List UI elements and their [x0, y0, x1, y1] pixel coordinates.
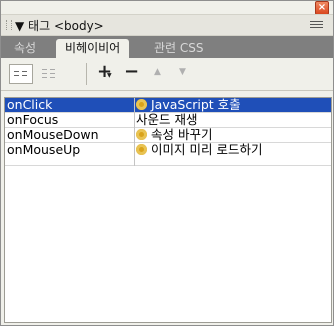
gear-icon [136, 99, 147, 110]
tab-label: 비헤이비어 [65, 41, 121, 55]
arrow-up-icon: ▲ [154, 67, 161, 77]
table-row[interactable]: onMouseDown 속성 바꾸기 [5, 128, 331, 142]
action-cell: 속성 바꾸기 [136, 128, 329, 142]
close-button[interactable]: × [315, 1, 329, 15]
event-cell: onFocus [7, 112, 59, 127]
behavior-toolbar: + ▼ − ▲ ▼ [1, 58, 333, 91]
row-divider [5, 165, 331, 166]
window-titlebar: × [1, 1, 333, 15]
drag-grip-icon[interactable] [6, 20, 12, 30]
move-down-button[interactable]: ▼ [174, 64, 196, 82]
table-row[interactable]: onMouseUp 이미지 미리 로드하기 [5, 143, 331, 157]
close-icon: × [317, 2, 327, 13]
action-label: 이미지 미리 로드하기 [151, 142, 263, 157]
behaviors-panel-window: × ▼ 태그 <body> 속성 비헤이비어 관련 CSS + ▼ − ▲ ▼ … [0, 0, 334, 326]
column-divider [134, 98, 135, 166]
behaviors-table: onClick JavaScript 호출 onFocus 사운드 재생 onM… [4, 97, 332, 323]
remove-behavior-button[interactable]: − [119, 61, 141, 82]
dropdown-arrow-icon: ▼ [107, 72, 112, 79]
toolbar-separator [86, 63, 87, 85]
action-cell: 이미지 미리 로드하기 [136, 143, 329, 157]
tab-attributes[interactable]: 속성 [5, 39, 45, 58]
add-behavior-button[interactable]: + ▼ [93, 61, 115, 82]
action-cell: 사운드 재생 [136, 113, 329, 127]
event-cell: onMouseDown [7, 127, 99, 142]
action-cell: JavaScript 호출 [136, 98, 329, 112]
minus-icon: − [124, 61, 140, 82]
tab-related-css[interactable]: 관련 CSS [145, 39, 213, 58]
gear-icon [136, 144, 147, 155]
table-row[interactable]: onClick JavaScript 호출 [5, 98, 331, 112]
tab-label: 속성 [14, 41, 37, 55]
action-label: 사운드 재생 [136, 112, 198, 127]
move-up-button[interactable]: ▲ [149, 64, 171, 82]
show-set-events-button[interactable] [9, 64, 33, 84]
gear-icon [136, 129, 147, 140]
event-cell: onMouseUp [7, 142, 81, 157]
tab-behaviors[interactable]: 비헤이비어 [56, 39, 130, 58]
panel-title[interactable]: ▼ 태그 <body> [15, 17, 104, 34]
panel-header[interactable]: ▼ 태그 <body> [1, 14, 333, 36]
options-menu-icon[interactable] [310, 19, 323, 31]
tab-label: 관련 CSS [154, 41, 204, 55]
arrow-down-icon: ▼ [179, 67, 186, 77]
tab-bar: 속성 비헤이비어 관련 CSS [1, 36, 333, 58]
action-label: 속성 바꾸기 [151, 127, 213, 142]
action-label: JavaScript 호출 [151, 97, 241, 112]
event-cell: onClick [7, 97, 53, 112]
table-row[interactable]: onFocus 사운드 재생 [5, 113, 331, 127]
show-all-events-button[interactable] [38, 64, 60, 82]
